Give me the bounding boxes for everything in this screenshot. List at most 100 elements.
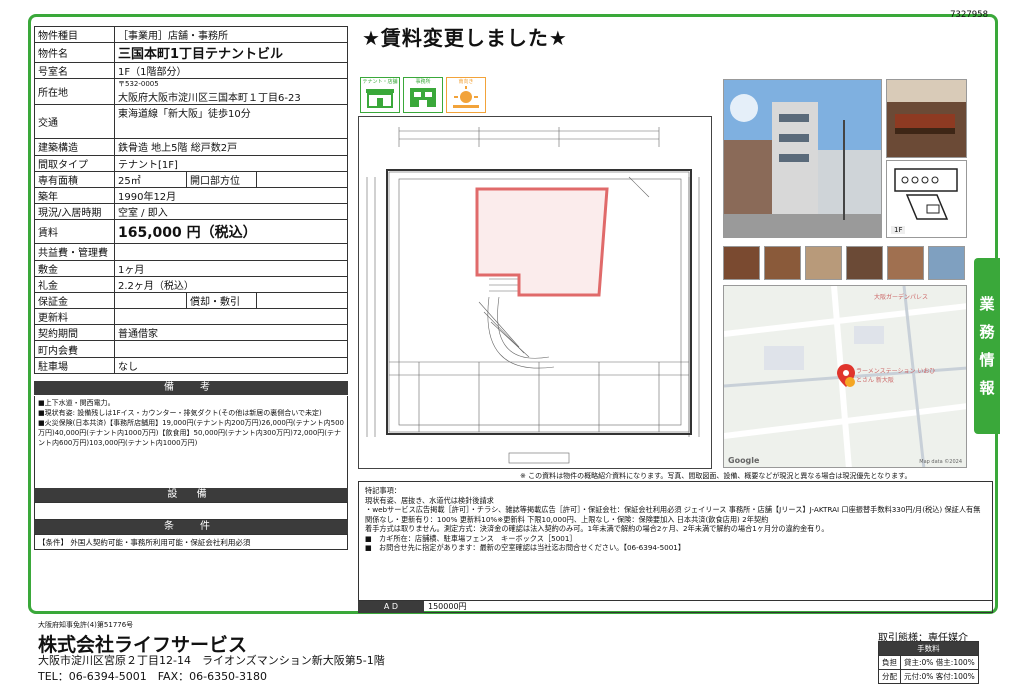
interior-photo-icon <box>887 80 966 157</box>
property-key: 現況/入居時期 <box>34 203 115 221</box>
side-tab-char: 業 <box>979 295 995 313</box>
property-value <box>114 340 348 358</box>
property-row: 共益費・管理費 <box>34 243 348 261</box>
property-key: 償却・敷引 <box>186 291 257 310</box>
property-key: 建築構造 <box>34 138 115 156</box>
shop-icon <box>366 89 394 108</box>
address-text: 大阪府大阪市淀川区三国本町１丁目6-23 <box>118 92 301 104</box>
property-value: 25㎡ <box>114 170 187 188</box>
equipment-block <box>34 502 348 520</box>
exterior-photo[interactable] <box>723 79 882 238</box>
photo-thumbnail[interactable] <box>764 246 801 280</box>
fee-key: 分配 <box>878 669 901 684</box>
badge-shop: テナント・店舗 <box>360 77 400 113</box>
property-key: 更新料 <box>34 308 115 326</box>
property-key: 物件種目 <box>34 25 115 44</box>
ad-row: A D 150000円 <box>358 600 993 613</box>
property-row: 所在地 〒532-0005 大阪府大阪市淀川区三国本町１丁目6-23 <box>34 78 348 106</box>
location-map[interactable]: ラーメンステーション いおひとさん 新大阪 大阪ガーデンパレス Google M… <box>723 285 967 468</box>
property-value: 1ヶ月 <box>114 259 348 277</box>
ad-label: A D <box>358 601 424 613</box>
property-row: 礼金 2.2ヶ月（税込） <box>34 275 348 293</box>
postal-code: 〒532-0005 <box>118 79 159 88</box>
building-photo-icon <box>724 80 881 237</box>
property-row: 現況/入居時期 空室 / 即入 <box>34 203 348 221</box>
photo-thumbnail[interactable] <box>928 246 965 280</box>
property-value: 165,000 円（税込） <box>114 219 348 245</box>
property-key: 開口部方位 <box>186 170 257 188</box>
property-value: なし <box>114 356 348 374</box>
map-label-ramen: ラーメンステーション いおひとさん 新大阪 <box>856 368 936 384</box>
badge-label: 事務所 <box>415 79 431 85</box>
photo-thumbnail[interactable] <box>723 246 760 280</box>
company-tel: TEL：06-6394-5001 FAX：06-6350-3180 <box>38 670 268 683</box>
photo-thumbnail[interactable] <box>805 246 842 280</box>
property-key: 間取タイプ <box>34 154 115 172</box>
property-key: 駐車場 <box>34 356 115 374</box>
equipment-header: 設 備 <box>34 488 348 502</box>
office-icon <box>410 88 436 107</box>
property-key: 築年 <box>34 186 115 205</box>
interior-photo[interactable] <box>886 79 967 158</box>
property-value <box>114 243 348 261</box>
property-value: 普通借家 <box>114 324 348 342</box>
property-row: 契約期間 普通借家 <box>34 324 348 342</box>
special-line: 着手方式は取りません。測定方式：決済金の確認は法入契約のみ可。1年未満で解約の場… <box>365 524 829 533</box>
map-copyright: Map data ©2024 <box>919 459 962 465</box>
property-row: 賃料 165,000 円（税込） <box>34 219 348 245</box>
property-row: 建築構造 鉄骨造 地上5階 総戸数2戸 <box>34 138 348 156</box>
floor-plan-drawing <box>366 127 700 464</box>
remarks-header: 備 考 <box>34 381 348 395</box>
property-row: 交通 東海道線「新大阪」徒歩10分 <box>34 104 348 140</box>
special-line: ・webサービス広告掲載［許可］・チラシ、雑誌等掲載広告［許可］・保証会社：保証… <box>365 505 981 524</box>
sun-icon <box>453 86 479 108</box>
side-tab-char: 務 <box>979 323 995 341</box>
property-value <box>256 170 348 188</box>
disclaimer: ※ この資料は物件の概略紹介資料になります。写真、間取図面、設備、概要などが現況… <box>520 472 912 480</box>
fee-value: 貸主:0% 借主:100% <box>900 655 979 670</box>
property-value: ［事業用］店舗・事務所 <box>114 25 348 44</box>
remark-line: ■火災保険(日本共済)【事務所店舗用】19,000円(テナント内200万円)26… <box>38 419 344 447</box>
property-row: 町内会費 <box>34 340 348 358</box>
document-id: 7327958 <box>950 10 988 20</box>
photo-thumbnail[interactable] <box>887 246 924 280</box>
property-row: 更新料 <box>34 308 348 326</box>
property-value: 東海道線「新大阪」徒歩10分 <box>114 104 348 140</box>
property-row: 専有面積 25㎡ 開口部方位 <box>34 170 348 188</box>
special-line: 現状有姿、居抜き、水道代は検針後請求 <box>365 495 494 505</box>
badge-label: テナント・店舗 <box>362 79 398 85</box>
property-value: 〒532-0005 大阪府大阪市淀川区三国本町１丁目6-23 <box>114 78 348 106</box>
property-value <box>114 291 187 310</box>
fee-title: 手数料 <box>878 641 979 656</box>
property-key: 所在地 <box>34 78 115 106</box>
plan-floor-tag: 1F <box>891 226 906 234</box>
business-info-tab[interactable]: 業 務 情 報 <box>974 258 1000 434</box>
property-row: 間取タイプ テナント[1F] <box>34 154 348 172</box>
property-key: 賃料 <box>34 219 115 245</box>
license-number: 大阪府知事免許(4)第51776号 <box>38 621 134 629</box>
property-key: 物件名 <box>34 42 115 64</box>
property-row: 保証金 償却・敷引 <box>34 291 348 310</box>
remark-line: ■上下水道・関西電力。 <box>38 399 115 407</box>
fee-table: 手数料 負担 貸主:0% 借主:100% 分配 元付:0% 客付:100% <box>878 641 979 684</box>
property-row: 物件名 三国本町1丁目テナントビル <box>34 42 348 64</box>
property-key: 保証金 <box>34 291 115 310</box>
fee-value: 元付:0% 客付:100% <box>900 669 979 684</box>
conditions-header: 条 件 <box>34 520 348 534</box>
property-value <box>114 308 348 326</box>
plan-thumbnail[interactable]: 1F <box>886 160 967 238</box>
side-tab-char: 報 <box>979 379 995 397</box>
headline: ★賃料変更しました★ <box>362 26 568 50</box>
property-row: 号室名 1F（1階部分） <box>34 62 348 80</box>
property-value: 空室 / 即入 <box>114 203 348 221</box>
conditions-text: 【条件】 外国人契約可能・事務所利用可能・保証会社利用必須 <box>34 534 348 550</box>
property-key: 敷金 <box>34 259 115 277</box>
property-value: 鉄骨造 地上5階 総戸数2戸 <box>114 138 348 156</box>
badge-office: 事務所 <box>403 77 443 113</box>
photo-thumbnail[interactable] <box>846 246 883 280</box>
property-row: 築年 1990年12月 <box>34 186 348 205</box>
property-key: 町内会費 <box>34 340 115 358</box>
property-key: 交通 <box>34 104 115 140</box>
property-key: 号室名 <box>34 62 115 80</box>
badge-sun: 南向き <box>446 77 486 113</box>
